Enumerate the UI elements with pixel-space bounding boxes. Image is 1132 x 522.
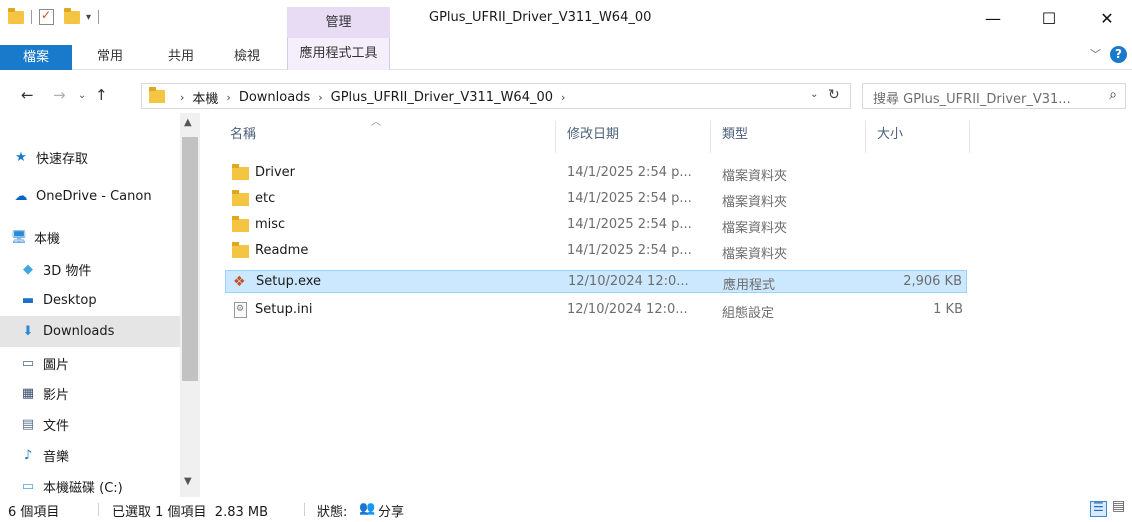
search-icon[interactable]: ⌕ <box>1109 87 1117 103</box>
help-icon[interactable]: ? <box>1110 46 1127 63</box>
recent-locations-icon[interactable]: ⌄ <box>78 90 86 101</box>
sidebar-item-this-pc[interactable]: 🖥 本機 <box>0 222 180 253</box>
address-history-dropdown-icon[interactable]: ⌄ <box>810 89 818 100</box>
download-arrow-icon: ⬇ <box>22 324 34 339</box>
column-header-size[interactable]: 大小 <box>877 123 903 142</box>
toolbar-divider <box>31 10 32 24</box>
sort-ascending-icon: ︿ <box>371 117 381 128</box>
folder-icon <box>149 87 165 103</box>
minimize-button[interactable]: — <box>970 0 1016 38</box>
tab-share[interactable]: 共用 <box>156 44 206 70</box>
sidebar-item-downloads[interactable]: ⬇ Downloads <box>0 316 180 347</box>
column-divider[interactable] <box>865 121 866 153</box>
tab-home[interactable]: 常用 <box>85 44 135 70</box>
close-button[interactable]: ✕ <box>1084 0 1130 38</box>
chevron-right-icon[interactable]: › <box>180 91 184 104</box>
breadcrumb: › 本機 › Downloads › GPlus_UFRII_Driver_V3… <box>172 88 573 107</box>
status-divider <box>304 503 305 516</box>
column-divider[interactable] <box>710 121 711 153</box>
sidebar-item-videos[interactable]: ▦ 影片 <box>0 378 180 409</box>
refresh-icon[interactable]: ↻ <box>828 87 840 103</box>
column-header-date[interactable]: 修改日期 <box>567 123 619 142</box>
column-header-name[interactable]: 名稱 <box>230 123 256 142</box>
ribbon-tab-bar: 檔案 常用 共用 檢視 應用程式工具 ﹀ ? <box>0 38 1132 70</box>
title-bar: ▾ 管理 GPlus_UFRII_Driver_V311_W64_00 — ☐ … <box>0 0 1132 38</box>
sidebar-item-onedrive[interactable]: ☁ OneDrive - Canon <box>0 181 180 212</box>
scroll-down-icon[interactable]: ▼ <box>184 476 192 487</box>
status-selection: 已選取 1 個項目 2.83 MB <box>112 505 269 520</box>
chevron-right-icon[interactable]: › <box>226 91 230 104</box>
folder-icon <box>232 242 249 258</box>
quick-access-toolbar: ▾ <box>8 7 102 25</box>
tab-application-tools[interactable]: 應用程式工具 <box>287 38 390 70</box>
breadcrumb-item-downloads[interactable]: Downloads <box>239 90 310 105</box>
address-row: ← → ⌄ ↑ › 本機 › Downloads › GPlus_UFRII_D… <box>0 80 1132 113</box>
shared-users-icon: 👥 <box>359 501 376 516</box>
up-arrow-icon[interactable]: ↑ <box>95 86 108 104</box>
navigation-pane: ★ 快速存取 ☁ OneDrive - Canon 🖥 本機 ◆ 3D 物件 ▬… <box>0 113 200 497</box>
column-header-type[interactable]: 類型 <box>722 123 748 142</box>
star-icon: ★ <box>15 150 27 165</box>
status-divider <box>98 503 99 516</box>
back-arrow-icon[interactable]: ← <box>21 86 34 104</box>
status-state-value: 分享 <box>378 505 405 520</box>
scroll-up-icon[interactable]: ▲ <box>184 117 192 128</box>
toolbar-divider <box>98 10 100 24</box>
settings-file-icon <box>234 302 247 318</box>
new-folder-icon[interactable] <box>64 7 80 24</box>
search-placeholder: 搜尋 GPlus_UFRII_Driver_V31... <box>873 92 1071 107</box>
list-item[interactable]: etc 14/1/2025 2:54 p... 檔案資料夾 <box>225 188 967 211</box>
search-input[interactable]: 搜尋 GPlus_UFRII_Driver_V31... ⌕ <box>862 83 1126 109</box>
folder-icon <box>232 216 249 232</box>
tab-view[interactable]: 檢視 <box>222 44 272 70</box>
column-divider[interactable] <box>969 121 970 153</box>
maximize-button[interactable]: ☐ <box>1026 0 1072 38</box>
sidebar-item-pictures[interactable]: ▭ 圖片 <box>0 348 180 379</box>
folder-icon[interactable] <box>8 7 24 24</box>
scrollbar-thumb[interactable] <box>182 137 198 381</box>
pictures-icon: ▭ <box>21 356 35 371</box>
computer-icon: 🖥 <box>10 230 28 245</box>
breadcrumb-item-current-folder[interactable]: GPlus_UFRII_Driver_V311_W64_00 <box>331 90 553 105</box>
status-state-label: 狀態: <box>317 505 348 520</box>
properties-icon[interactable] <box>39 8 54 25</box>
address-bar[interactable]: › 本機 › Downloads › GPlus_UFRII_Driver_V3… <box>141 83 851 109</box>
chevron-right-icon[interactable]: › <box>318 91 322 104</box>
drive-icon: ▭ <box>21 479 35 494</box>
status-item-count: 6 個項目 <box>8 505 60 520</box>
status-bar: 6 個項目 已選取 1 個項目 2.83 MB 狀態: 👥 分享 <box>0 497 1132 522</box>
list-item-selected[interactable]: ❖ Setup.exe 12/10/2024 12:0... 應用程式 2,90… <box>225 270 967 293</box>
music-note-icon: ♪ <box>23 448 33 463</box>
details-view-icon[interactable] <box>1090 500 1107 517</box>
breadcrumb-item-this-pc[interactable]: 本機 <box>192 88 218 107</box>
chevron-right-icon[interactable]: › <box>561 91 565 104</box>
film-icon: ▦ <box>21 386 35 401</box>
column-divider[interactable] <box>555 121 556 153</box>
customize-toolbar-dropdown-icon[interactable]: ▾ <box>86 12 91 23</box>
cloud-icon: ☁ <box>14 189 28 204</box>
chevron-down-icon[interactable]: ﹀ <box>1090 46 1101 62</box>
list-item[interactable]: misc 14/1/2025 2:54 p... 檔案資料夾 <box>225 214 967 237</box>
cube-icon: ◆ <box>23 262 33 277</box>
tab-file[interactable]: 檔案 <box>0 45 72 70</box>
sidebar-item-documents[interactable]: ▤ 文件 <box>0 409 180 440</box>
sidebar-item-music[interactable]: ♪ 音樂 <box>0 440 180 471</box>
manage-contextual-header: 管理 <box>287 7 390 38</box>
sidebar-item-quick-access[interactable]: ★ 快速存取 <box>0 142 180 173</box>
list-item[interactable]: Driver 14/1/2025 2:54 p... 檔案資料夾 <box>225 162 967 185</box>
large-icons-view-icon[interactable] <box>1111 498 1128 517</box>
desktop-icon: ▬ <box>21 293 35 308</box>
sidebar-item-3d-objects[interactable]: ◆ 3D 物件 <box>0 254 180 285</box>
window-title: GPlus_UFRII_Driver_V311_W64_00 <box>429 10 652 25</box>
list-item[interactable]: Readme 14/1/2025 2:54 p... 檔案資料夾 <box>225 240 967 263</box>
document-icon: ▤ <box>21 417 35 432</box>
file-list: ︿ 名稱 修改日期 類型 大小 Driver 14/1/2025 2:54 p.… <box>213 113 1132 497</box>
sidebar-item-desktop[interactable]: ▬ Desktop <box>0 285 180 316</box>
folder-icon <box>232 190 249 206</box>
folder-icon <box>232 164 249 180</box>
installer-icon: ❖ <box>233 274 246 290</box>
forward-arrow-icon[interactable]: → <box>53 86 66 104</box>
list-item[interactable]: Setup.ini 12/10/2024 12:0... 組態設定 1 KB <box>225 299 967 322</box>
